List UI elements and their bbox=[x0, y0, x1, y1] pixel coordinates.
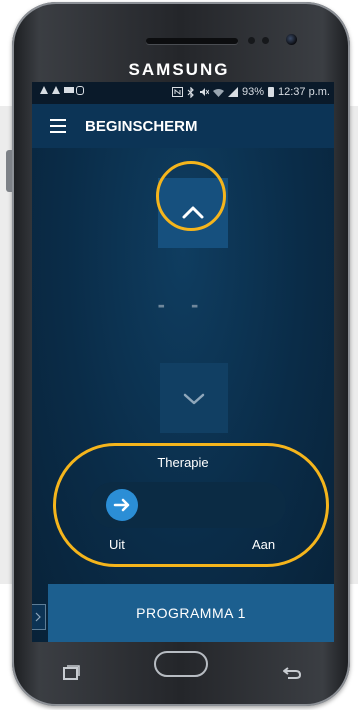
wifi-icon bbox=[212, 88, 224, 97]
program-button[interactable]: PROGRAMMA 1 bbox=[48, 584, 334, 642]
status-notifications bbox=[40, 86, 85, 95]
menu-icon[interactable] bbox=[50, 119, 66, 133]
warning-icon bbox=[52, 86, 61, 94]
earpiece-speaker bbox=[146, 38, 238, 44]
nfc-icon bbox=[171, 87, 183, 97]
highlight-ring-toggle bbox=[53, 443, 329, 567]
chevron-right-icon bbox=[35, 612, 41, 622]
side-drawer-tab[interactable] bbox=[32, 604, 46, 630]
decrease-button[interactable] bbox=[160, 363, 228, 433]
signal-icon bbox=[227, 87, 238, 97]
value-display: - - bbox=[157, 292, 209, 317]
video-icon bbox=[64, 86, 74, 94]
highlight-ring-up bbox=[156, 161, 226, 231]
app-toolbar: BEGINSCHERM bbox=[32, 104, 334, 148]
sync-icon bbox=[76, 86, 85, 95]
status-time: 12:37 p.m. bbox=[278, 86, 330, 98]
warning-icon bbox=[40, 86, 49, 94]
volume-button bbox=[6, 150, 12, 192]
light-sensor bbox=[262, 37, 269, 44]
battery-icon bbox=[268, 87, 275, 97]
recent-apps-icon[interactable] bbox=[62, 665, 80, 681]
battery-percentage: 93% bbox=[241, 86, 265, 98]
mute-icon bbox=[199, 88, 209, 96]
chevron-down-icon bbox=[183, 393, 205, 405]
status-bar: 93% 12:37 p.m. bbox=[32, 82, 334, 104]
status-system: 93% 12:37 p.m. bbox=[171, 86, 330, 98]
page-title: BEGINSCHERM bbox=[85, 118, 198, 135]
bluetooth-icon bbox=[187, 86, 194, 98]
brand-logo: SAMSUNG bbox=[128, 60, 230, 79]
home-icon[interactable] bbox=[154, 651, 208, 677]
front-camera bbox=[286, 34, 297, 45]
proximity-sensor bbox=[248, 37, 255, 44]
back-icon[interactable] bbox=[282, 665, 302, 681]
